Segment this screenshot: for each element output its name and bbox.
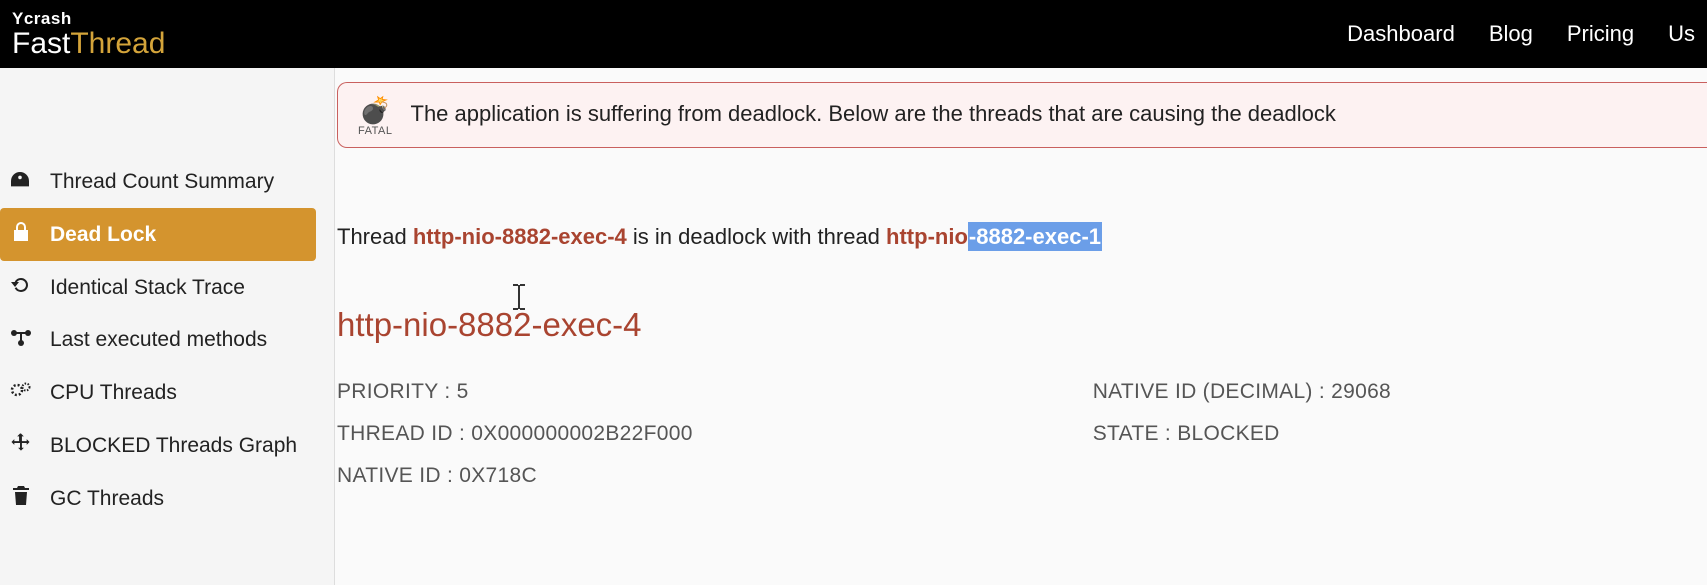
nav-blog[interactable]: Blog [1489,21,1533,47]
deadlock-sentence: Thread http-nio-8882-exec-4 is in deadlo… [337,224,1707,250]
alert-message: The application is suffering from deadlo… [411,97,1336,127]
nav-dashboard[interactable]: Dashboard [1347,21,1455,47]
sidebar-item-cpu-threads[interactable]: CPU Threads [0,366,316,419]
native-id-dec-line: NATIVE ID (DECIMAL) : 29068 [1093,380,1391,404]
logo-top: YYcrashcrash [12,10,165,27]
lock-icon [10,222,32,247]
sidebar-item-thread-count-summary[interactable]: Thread Count Summary [0,156,316,208]
sidebar-item-blocked-threads-graph[interactable]: BLOCKED Threads Graph [0,419,316,472]
sidebar-item-identical-stack-trace[interactable]: Identical Stack Trace [0,261,316,314]
thread-link-b-selected[interactable]: -8882-exec-1 [968,222,1102,251]
nav-pricing[interactable]: Pricing [1567,21,1634,47]
trash-icon [10,486,32,511]
sidebar-item-label: Last executed methods [50,328,267,352]
refresh-icon [10,275,32,300]
text-prefix: Thread [337,224,413,249]
top-nav: Dashboard Blog Pricing Us [1347,21,1695,47]
sidebar: Thread Count Summary Dead Lock Identical… [0,68,335,585]
sidebar-item-gc-threads[interactable]: GC Threads [0,472,316,525]
app-header: YYcrashcrash FastThread Dashboard Blog P… [0,0,1707,68]
sidebar-item-label: CPU Threads [50,381,177,405]
sidebar-item-label: BLOCKED Threads Graph [50,434,297,458]
thread-link-b-prefix[interactable]: http-nio [886,224,968,249]
logo[interactable]: YYcrashcrash FastThread [12,10,165,59]
sidebar-item-last-executed-methods[interactable]: Last executed methods [0,314,316,366]
logo-bottom: FastThread [12,29,165,59]
gears-icon [10,380,32,405]
thread-link-a[interactable]: http-nio-8882-exec-4 [413,224,627,249]
detail-col-right: NATIVE ID (DECIMAL) : 29068 STATE : BLOC… [1093,380,1391,488]
native-id-line: NATIVE ID : 0X718C [337,464,693,488]
dashboard-icon [10,172,32,193]
fatal-label: FATAL [358,125,393,137]
bomb-icon: 💣 [359,97,391,123]
move-icon [10,433,32,458]
flow-icon [10,329,32,352]
thread-title: http-nio-8882-exec-4 [337,306,1707,344]
sidebar-item-label: Identical Stack Trace [50,276,245,300]
main-content: 💣 FATAL The application is suffering fro… [335,68,1707,585]
sidebar-item-label: Dead Lock [50,223,156,247]
fatal-alert: 💣 FATAL The application is suffering fro… [337,82,1707,148]
state-line: STATE : BLOCKED [1093,422,1391,446]
alert-icon-wrap: 💣 FATAL [358,97,393,137]
text-middle: is in deadlock with thread [627,224,886,249]
detail-col-left: PRIORITY : 5 THREAD ID : 0X000000002B22F… [337,380,693,488]
nav-us[interactable]: Us [1668,21,1695,47]
thread-id-line: THREAD ID : 0X000000002B22F000 [337,422,693,446]
priority-line: PRIORITY : 5 [337,380,693,404]
sidebar-item-label: Thread Count Summary [50,170,274,194]
thread-details: PRIORITY : 5 THREAD ID : 0X000000002B22F… [337,380,1707,488]
sidebar-item-label: GC Threads [50,487,164,511]
sidebar-item-dead-lock[interactable]: Dead Lock [0,208,316,261]
